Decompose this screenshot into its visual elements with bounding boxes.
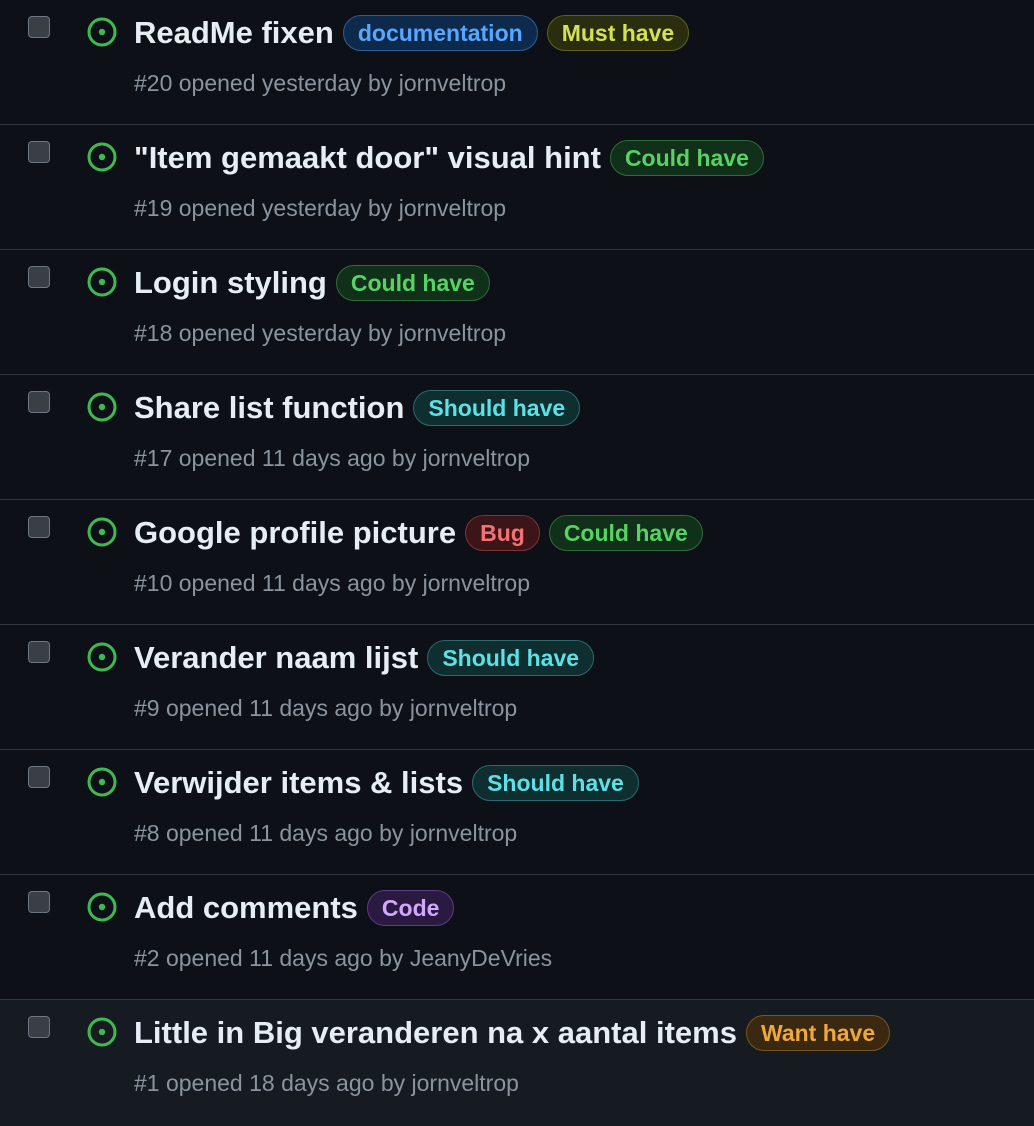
issue-meta: #9 opened 11 days ago by jornveltrop	[134, 695, 517, 722]
issue-meta-text: #9 opened 11 days ago by	[134, 695, 410, 721]
issue-title-line: Verander naam lijst Should have	[134, 637, 595, 679]
issue-label[interactable]: Could have	[548, 515, 703, 551]
issue-label[interactable]: Could have	[335, 265, 490, 301]
issue-label[interactable]: Should have	[427, 640, 595, 676]
issue-title-link[interactable]: Add comments	[134, 887, 358, 929]
issue-meta-text: #20 opened yesterday by	[134, 70, 399, 96]
issue-label[interactable]: Must have	[546, 15, 690, 51]
issue-label[interactable]: Could have	[609, 140, 764, 176]
issue-meta: #2 opened 11 days ago by JeanyDeVries	[134, 945, 552, 972]
issue-author-link[interactable]: jornveltrop	[399, 320, 506, 346]
issue-title-line: Share list function Should have	[134, 387, 581, 429]
select-issue-checkbox[interactable]	[28, 266, 50, 288]
issue-title-line: Verwijder items & lists Should have	[134, 762, 639, 804]
issue-row: Verwijder items & lists Should have #8 ope…	[0, 750, 1034, 875]
issue-meta: #17 opened 11 days ago by jornveltrop	[134, 445, 530, 472]
select-issue-checkbox[interactable]	[28, 141, 50, 163]
issue-meta-text: #17 opened 11 days ago by	[134, 445, 423, 471]
issue-opened-icon	[86, 766, 118, 798]
issue-meta-text: #1 opened 18 days ago by	[134, 1070, 412, 1096]
issue-title-link[interactable]: Verwijder items & lists	[134, 762, 463, 804]
issue-author-link[interactable]: jornveltrop	[410, 820, 517, 846]
issue-meta: #18 opened yesterday by jornveltrop	[134, 320, 506, 347]
issue-title-line: Login styling Could have	[134, 262, 490, 304]
issue-author-link[interactable]: jornveltrop	[423, 570, 530, 596]
issue-meta-text: #2 opened 11 days ago by	[134, 945, 410, 971]
issue-author-link[interactable]: jornveltrop	[423, 445, 530, 471]
issue-opened-icon	[86, 516, 118, 548]
issue-author-link[interactable]: jornveltrop	[399, 195, 506, 221]
issue-author-link[interactable]: jornveltrop	[399, 70, 506, 96]
issue-title-link[interactable]: Verander naam lijst	[134, 637, 418, 679]
issue-label[interactable]: documentation	[342, 15, 538, 51]
select-issue-checkbox[interactable]	[28, 391, 50, 413]
select-issue-checkbox[interactable]	[28, 16, 50, 38]
issue-title-link[interactable]: Google profile picture	[134, 512, 456, 554]
issue-label[interactable]: Want have	[745, 1015, 891, 1051]
issue-label[interactable]: Bug	[465, 515, 540, 551]
issue-label[interactable]: Should have	[413, 390, 581, 426]
issue-meta-text: #10 opened 11 days ago by	[134, 570, 423, 596]
issue-row: Verander naam lijst Should have #9 opened …	[0, 625, 1034, 750]
issue-opened-icon	[86, 16, 118, 48]
issue-meta: #20 opened yesterday by jornveltrop	[134, 70, 506, 97]
issue-title-link[interactable]: Little in Big veranderen na x aantal ite…	[134, 1012, 737, 1054]
issue-row: Google profile picture Bug Could have #10 o…	[0, 500, 1034, 625]
issue-title-line: Little in Big veranderen na x aantal ite…	[134, 1012, 891, 1054]
issue-row: ReadMe fixen documentation Must have #20 op…	[0, 0, 1034, 125]
issue-row: Little in Big veranderen na x aantal ite…	[0, 1000, 1034, 1126]
select-issue-checkbox[interactable]	[28, 641, 50, 663]
issue-opened-icon	[86, 891, 118, 923]
issue-row: Share list function Should have #17 opened…	[0, 375, 1034, 500]
issue-title-line: ReadMe fixen documentation Must have	[134, 12, 690, 54]
issue-title-line: Add comments Code	[134, 887, 455, 929]
issue-opened-icon	[86, 1016, 118, 1048]
issue-label[interactable]: Should have	[472, 765, 639, 801]
issue-row: Add comments Code #2 opened 11 days ago by…	[0, 875, 1034, 1000]
issue-meta: #10 opened 11 days ago by jornveltrop	[134, 570, 530, 597]
issue-meta-text: #18 opened yesterday by	[134, 320, 399, 346]
issue-title-link[interactable]: Login styling	[134, 262, 327, 304]
select-issue-checkbox[interactable]	[28, 1016, 50, 1038]
issue-meta: #8 opened 11 days ago by jornveltrop	[134, 820, 517, 847]
issue-opened-icon	[86, 141, 118, 173]
issue-opened-icon	[86, 391, 118, 423]
issue-title-link[interactable]: "Item gemaakt door" visual hint	[134, 137, 601, 179]
issue-author-link[interactable]: jornveltrop	[412, 1070, 519, 1096]
select-issue-checkbox[interactable]	[28, 891, 50, 913]
issue-meta-text: #19 opened yesterday by	[134, 195, 399, 221]
select-issue-checkbox[interactable]	[28, 516, 50, 538]
select-issue-checkbox[interactable]	[28, 766, 50, 788]
issue-meta-text: #8 opened 11 days ago by	[134, 820, 410, 846]
issue-opened-icon	[86, 266, 118, 298]
issue-meta: #19 opened yesterday by jornveltrop	[134, 195, 506, 222]
issue-list: ReadMe fixen documentation Must have #20 op…	[0, 0, 1034, 1126]
issue-row: Login styling Could have #18 opened yester…	[0, 250, 1034, 375]
issue-title-line: "Item gemaakt door" visual hint Could hav…	[134, 137, 764, 179]
issue-author-link[interactable]: JeanyDeVries	[410, 945, 552, 971]
issue-row: "Item gemaakt door" visual hint Could hav…	[0, 125, 1034, 250]
issue-title-link[interactable]: ReadMe fixen	[134, 12, 334, 54]
issue-label[interactable]: Code	[366, 890, 455, 926]
issue-title-line: Google profile picture Bug Could have	[134, 512, 703, 554]
issue-opened-icon	[86, 641, 118, 673]
issue-author-link[interactable]: jornveltrop	[410, 695, 517, 721]
issue-title-link[interactable]: Share list function	[134, 387, 404, 429]
issue-meta: #1 opened 18 days ago by jornveltrop	[134, 1070, 519, 1097]
